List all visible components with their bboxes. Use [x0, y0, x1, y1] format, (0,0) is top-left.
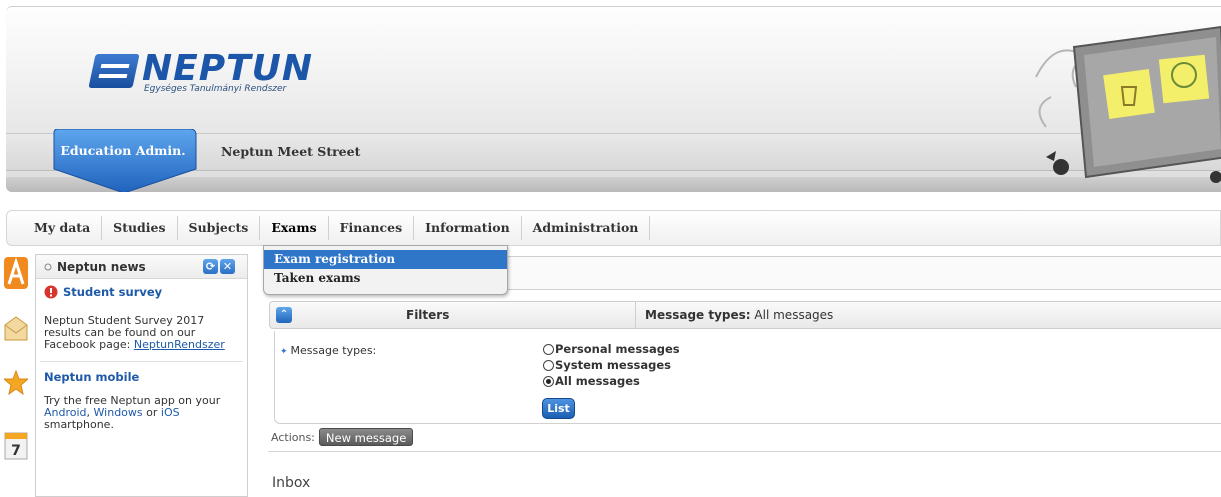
filter-body: ✦ Message types: Personal messages System…: [274, 331, 1221, 424]
nav-subjects[interactable]: Subjects: [178, 216, 261, 240]
news-text: Try the free Neptun app on your Android,…: [44, 395, 239, 431]
exams-dropdown-menu: Exam registration Taken exams: [263, 245, 508, 295]
summary-label: Message types:: [645, 308, 751, 322]
news-item-mobile: Neptun mobile Try the free Neptun app on…: [36, 362, 247, 431]
news-panel-header: Neptun news ⟳ ✕: [36, 255, 247, 279]
news-item-survey: Student survey Neptun Student Survey 201…: [36, 279, 247, 351]
facebook-link[interactable]: NeptunRendszer: [134, 338, 225, 351]
role-tab-shape: [53, 129, 197, 192]
envelope-icon[interactable]: [4, 315, 28, 341]
logo-mark-icon: [88, 54, 140, 88]
message-types-summary: Message types: All messages: [645, 308, 833, 322]
radio-system-messages[interactable]: System messages: [543, 358, 671, 372]
nav-studies[interactable]: Studies: [102, 216, 178, 240]
filters-label: Filters: [406, 308, 450, 322]
calendar-icon[interactable]: 7: [4, 431, 28, 461]
list-button[interactable]: List: [542, 398, 575, 419]
header: NEPTUN Egységes Tanulmányi Rendszer Educ…: [6, 6, 1221, 192]
bullet-circle-icon: [44, 263, 52, 270]
nav-my-data[interactable]: My data: [23, 216, 103, 240]
actions-label: Actions:: [271, 430, 315, 444]
news-body-end: smartphone.: [44, 418, 114, 431]
radio-personal-messages[interactable]: Personal messages: [543, 342, 680, 356]
new-message-button[interactable]: New message: [318, 428, 414, 446]
star-icon[interactable]: [4, 370, 28, 396]
site-name[interactable]: Neptun Meet Street: [221, 144, 360, 159]
inbox-title: Inbox: [272, 475, 311, 491]
divider: [268, 451, 1221, 452]
ios-link[interactable]: iOS: [161, 406, 180, 419]
close-icon[interactable]: ✕: [220, 259, 235, 274]
nav-information[interactable]: Information: [414, 216, 522, 240]
decorative-board-illustration: [1035, 25, 1221, 183]
message-types-label: ✦ Message types:: [280, 344, 376, 357]
role-tab[interactable]: Education Admin.: [50, 129, 208, 192]
main-nav: My data Studies Subjects Exams Finances …: [6, 210, 1221, 246]
role-tab-label: Education Admin.: [60, 143, 186, 158]
side-icon-bar: 7: [0, 257, 30, 497]
radio-label: System messages: [555, 358, 672, 372]
logo-subtitle: Egységes Tanulmányi Rendszer: [144, 84, 287, 94]
refresh-icon[interactable]: ⟳: [203, 259, 218, 274]
news-text: Neptun Student Survey 2017 results can b…: [44, 315, 234, 351]
news-heading-row: Student survey: [44, 285, 239, 299]
nav-finances[interactable]: Finances: [329, 216, 415, 240]
news-panel-title: Neptun news: [57, 259, 146, 274]
news-heading[interactable]: Student survey: [63, 285, 162, 299]
radio-button[interactable]: [543, 359, 554, 371]
field-label: Message types:: [290, 344, 377, 357]
bullet-icon: ✦: [280, 347, 288, 357]
collapse-filters-button[interactable]: ⌃: [276, 307, 292, 323]
a-letter-icon[interactable]: [4, 257, 28, 289]
nav-administration[interactable]: Administration: [522, 216, 651, 240]
menu-item-exam-registration[interactable]: Exam registration: [264, 250, 507, 269]
summary-value: All messages: [750, 308, 834, 322]
logo-text: NEPTUN: [142, 48, 314, 89]
news-heading[interactable]: Neptun mobile: [44, 370, 239, 384]
menu-item-taken-exams[interactable]: Taken exams: [264, 269, 507, 288]
radio-label: All messages: [555, 374, 640, 388]
neptun-logo[interactable]: NEPTUN Egységes Tanulmányi Rendszer: [88, 48, 312, 100]
actions-bar: Actions: New message: [271, 428, 414, 446]
radio-button-selected[interactable]: [543, 375, 554, 387]
nav-exams[interactable]: Exams: [260, 216, 329, 240]
separator: or: [142, 406, 161, 419]
filters-bar: ⌃ Filters Message types: All messages: [269, 301, 1221, 329]
radio-button[interactable]: [543, 343, 554, 355]
news-panel: Neptun news ⟳ ✕ Student survey Neptun St…: [35, 254, 248, 497]
calendar-day: 7: [11, 443, 21, 459]
radio-all-messages[interactable]: All messages: [543, 374, 640, 388]
radio-label: Personal messages: [555, 342, 680, 356]
divider: [635, 302, 636, 328]
alert-icon: [44, 285, 58, 299]
